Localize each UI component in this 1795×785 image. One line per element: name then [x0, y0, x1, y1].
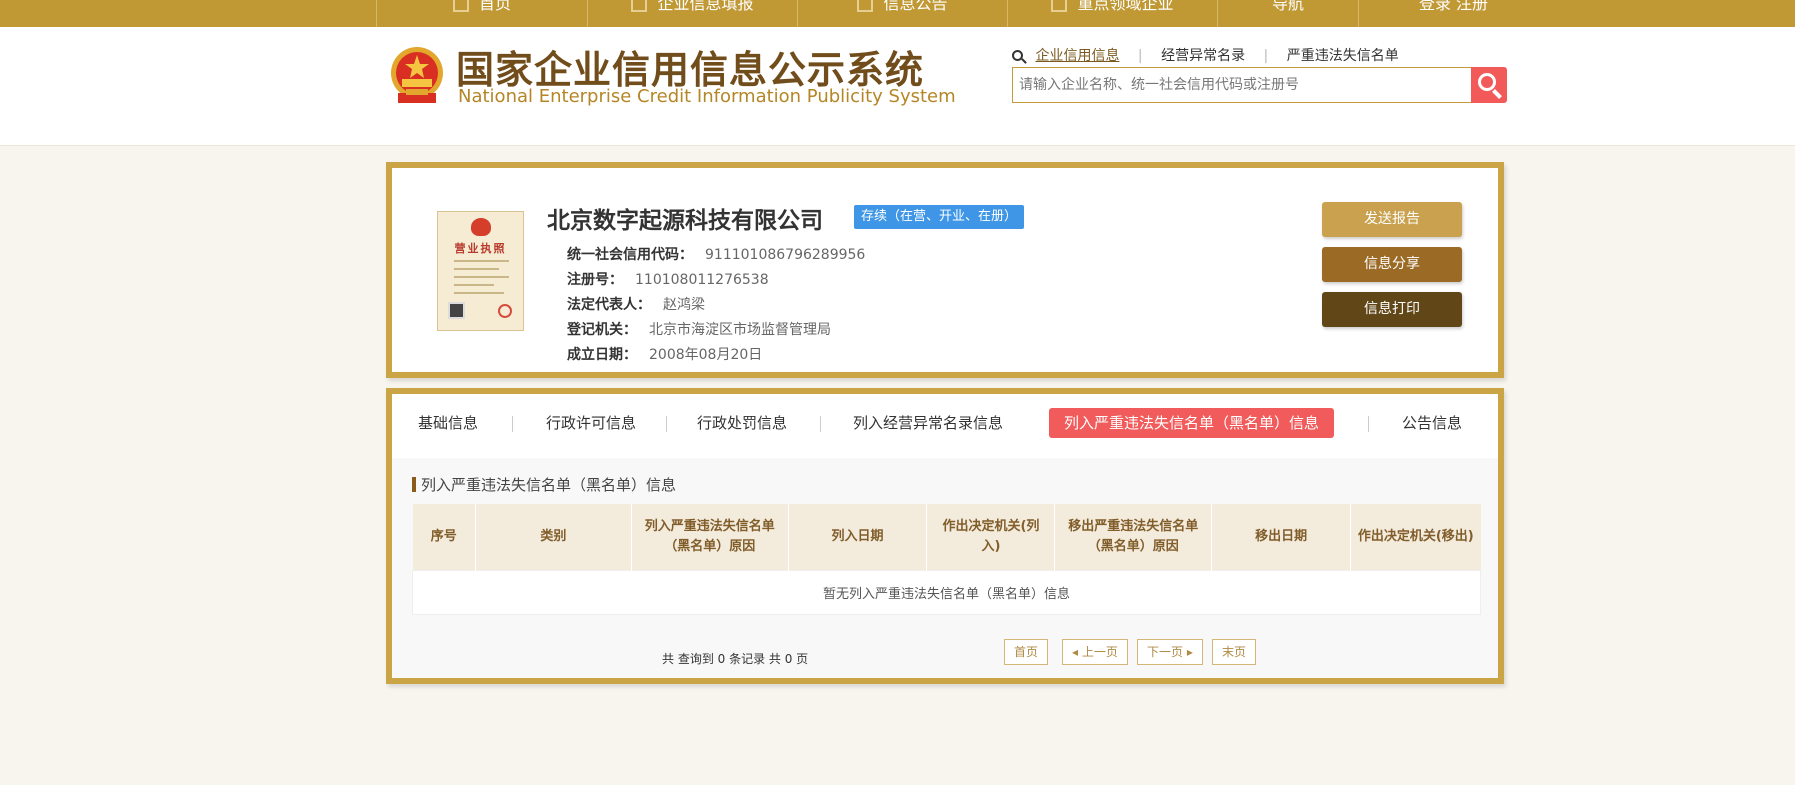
nav-enterprise-report[interactable]: 企业信息填报 — [587, 0, 797, 27]
tab-announcements[interactable]: 公告信息 — [1402, 408, 1462, 438]
divider: | — [1137, 48, 1143, 64]
divider — [820, 416, 821, 432]
blacklist-table: 序号 类别 列入严重违法失信名单（黑名单）原因 列入日期 作出决定机关(列入) … — [412, 504, 1481, 615]
field-label: 法定代表人： — [567, 297, 651, 313]
field-value: 911101086796289956 — [705, 247, 866, 263]
nav-login-register[interactable]: 登录 注册 — [1358, 0, 1548, 27]
col-list-authority: 作出决定机关(列入) — [926, 504, 1056, 570]
send-report-button[interactable]: 发送报告 — [1322, 202, 1462, 237]
nav-key-enterprises[interactable]: 重点领域企业 — [1007, 0, 1217, 27]
top-nav: 首页 企业信息填报 信息公告 重点领域企业 导航 登录 注册 — [0, 0, 1795, 27]
info-legal-rep: 法定代表人： 赵鸿梁 — [567, 294, 705, 314]
col-list-date: 列入日期 — [788, 504, 928, 570]
search-input[interactable] — [1013, 68, 1471, 102]
divider — [512, 416, 513, 432]
record-count: 共 查询到 0 条记录 共 0 页 — [662, 652, 809, 666]
search-box — [1012, 67, 1472, 103]
nav-label: 企业信息填报 — [657, 0, 754, 13]
col-remove-date: 移出日期 — [1211, 504, 1352, 570]
next-page-button[interactable]: 下一页 ▸ — [1137, 639, 1203, 665]
nav-label: 导航 — [1271, 0, 1304, 13]
field-value: 赵鸿梁 — [663, 297, 705, 313]
section-title: 列入严重违法失信名单（黑名单）信息 — [412, 474, 676, 495]
divider: | — [1263, 48, 1269, 64]
col-remove-authority: 作出决定机关(移出) — [1350, 504, 1481, 570]
emblem-icon — [471, 218, 491, 236]
divider — [1368, 416, 1369, 432]
field-label: 登记机关： — [567, 322, 637, 338]
field-value: 2008年08月20日 — [649, 347, 763, 363]
site-subtitle: National Enterprise Credit Information P… — [458, 86, 956, 107]
divider — [666, 416, 667, 432]
field-label: 成立日期： — [567, 347, 637, 363]
field-label: 注册号： — [567, 272, 623, 288]
info-authority: 登记机关： 北京市海淀区市场监督管理局 — [567, 319, 831, 339]
print-button[interactable]: 信息打印 — [1322, 292, 1462, 327]
col-remove-reason: 移出严重违法失信名单（黑名单）原因 — [1054, 504, 1213, 570]
col-index: 序号 — [412, 504, 476, 570]
first-page-button[interactable]: 首页 — [1004, 639, 1049, 665]
col-category: 类别 — [475, 504, 632, 570]
empty-message: 暂无列入严重违法失信名单（黑名单）信息 — [412, 569, 1481, 615]
nav-label: 首页 — [478, 0, 511, 13]
search-icon — [1478, 73, 1496, 91]
table-header-row: 序号 类别 列入严重违法失信名单（黑名单）原因 列入日期 作出决定机关(列入) … — [412, 504, 1481, 570]
share-button[interactable]: 信息分享 — [1322, 247, 1462, 282]
notice-icon — [857, 0, 874, 12]
home-icon — [452, 0, 469, 12]
nav-home[interactable]: 首页 — [376, 0, 587, 27]
search-tab-blacklist[interactable]: 严重违法失信名单 — [1287, 45, 1399, 65]
tab-admin-license[interactable]: 行政许可信息 — [546, 408, 636, 438]
speaker-icon — [1051, 0, 1068, 12]
tab-admin-penalty[interactable]: 行政处罚信息 — [697, 408, 787, 438]
nav-notice[interactable]: 信息公告 — [797, 0, 1007, 27]
nav-label: 登录 注册 — [1418, 0, 1489, 13]
search-icon — [1012, 50, 1023, 61]
info-reg-number: 注册号： 110108011276538 — [567, 269, 769, 289]
info-tabs: 基础信息 行政许可信息 行政处罚信息 列入经营异常名录信息 列入严重违法失信名单… — [392, 394, 1498, 458]
site-header: 国家企业信用信息公示系统 National Enterprise Credit … — [0, 27, 1795, 146]
stamp-icon — [498, 304, 512, 318]
tab-basic-info[interactable]: 基础信息 — [418, 408, 478, 438]
prev-page-button[interactable]: ◂ 上一页 — [1062, 639, 1128, 665]
nav-label: 信息公告 — [883, 0, 948, 13]
company-name: 北京数字起源科技有限公司 — [547, 208, 823, 234]
last-page-button[interactable]: 末页 — [1212, 639, 1257, 665]
search-button[interactable] — [1471, 67, 1507, 103]
nav-label: 重点领域企业 — [1077, 0, 1174, 13]
field-value: 北京市海淀区市场监督管理局 — [649, 322, 831, 338]
info-established-date: 成立日期： 2008年08月20日 — [567, 344, 762, 364]
company-info-panel: 营业执照 北京数字起源科技有限公司 存续（在营、开业、在册） 统一社会信用代码：… — [386, 162, 1504, 378]
business-license-image[interactable]: 营业执照 — [437, 211, 524, 331]
national-emblem-logo — [391, 47, 443, 103]
tab-blacklist[interactable]: 列入严重违法失信名单（黑名单）信息 — [1049, 408, 1335, 438]
field-label: 统一社会信用代码： — [567, 247, 693, 263]
col-list-reason: 列入严重违法失信名单（黑名单）原因 — [631, 504, 789, 570]
search-tab-abnormal-list[interactable]: 经营异常名录 — [1161, 45, 1245, 65]
section-title-text: 列入严重违法失信名单（黑名单）信息 — [421, 476, 677, 494]
info-credit-code: 统一社会信用代码： 911101086796289956 — [567, 244, 865, 264]
status-badge: 存续（在营、开业、在册） — [854, 205, 1025, 229]
search-tabs: 企业信用信息 | 经营异常名录 | 严重违法失信名单 — [1012, 45, 1399, 65]
tab-abnormal-list[interactable]: 列入经营异常名录信息 — [853, 408, 1003, 438]
detail-panel: 基础信息 行政许可信息 行政处罚信息 列入经营异常名录信息 列入严重违法失信名单… — [386, 388, 1504, 684]
edit-icon — [631, 0, 648, 12]
table-row: 暂无列入严重违法失信名单（黑名单）信息 — [412, 569, 1481, 615]
field-value: 110108011276538 — [635, 272, 769, 288]
nav-navigation[interactable]: 导航 — [1217, 0, 1358, 27]
license-title: 营业执照 — [454, 242, 507, 255]
qr-code-icon — [448, 302, 465, 319]
search-tab-credit-info[interactable]: 企业信用信息 — [1035, 45, 1119, 65]
